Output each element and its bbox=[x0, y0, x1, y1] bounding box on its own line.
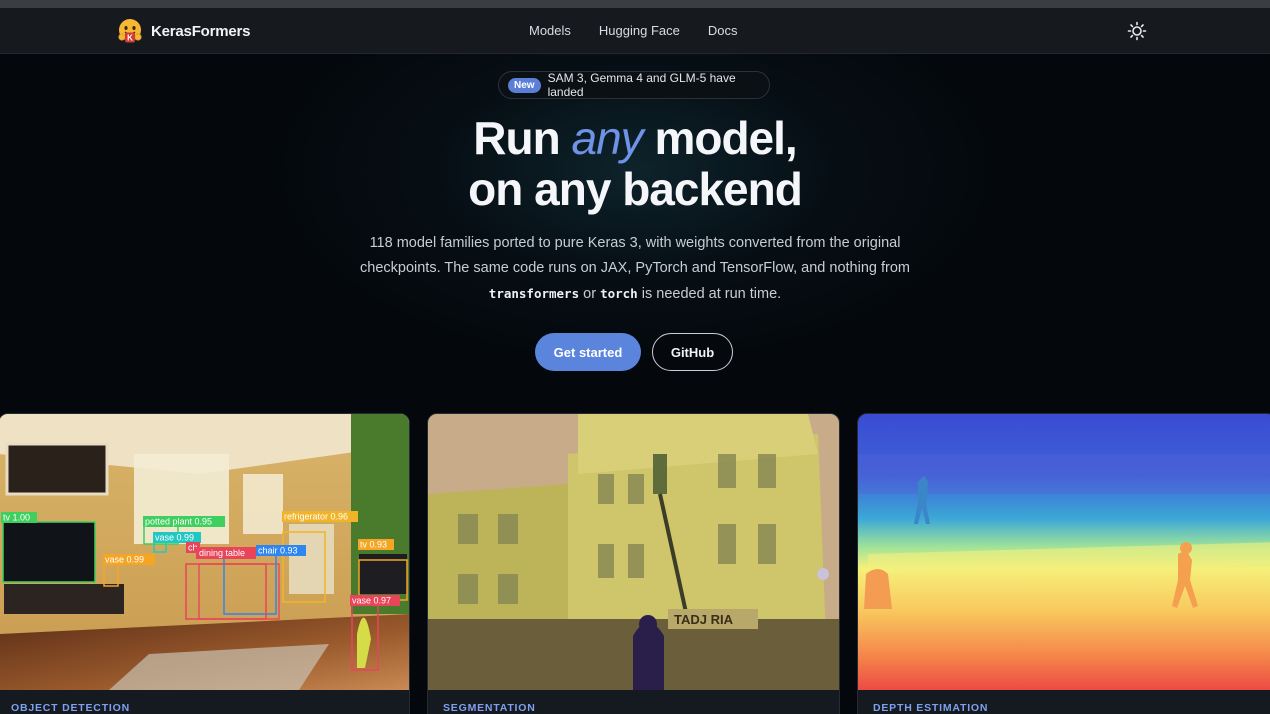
nav-link-hugging-face[interactable]: Hugging Face bbox=[599, 23, 680, 38]
card-object-detection[interactable]: tv 1.00 potted plant 0.95 vase 0.99 refr… bbox=[0, 413, 410, 714]
browser-top-strip bbox=[0, 0, 1270, 8]
object-detection-image: tv 1.00 potted plant 0.95 vase 0.99 refr… bbox=[0, 414, 409, 690]
announcement-badge[interactable]: New SAM 3, Gemma 4 and GLM-5 have landed bbox=[498, 71, 770, 99]
detection-label-vase-3: vase 0.97 bbox=[352, 596, 391, 606]
brand[interactable]: K KerasFormers bbox=[117, 18, 251, 44]
github-button[interactable]: GitHub bbox=[652, 333, 733, 371]
detection-label-potted-plant: potted plant 0.95 bbox=[145, 517, 212, 527]
hero-subtitle-line-3: transformers or torch is needed at run t… bbox=[0, 281, 1270, 307]
card-segmentation[interactable]: TADJ RIA SEGMENTATION bbox=[427, 413, 840, 714]
or-word: or bbox=[583, 286, 597, 302]
depth-estimation-image bbox=[858, 414, 1270, 690]
announcement-text: SAM 3, Gemma 4 and GLM-5 have landed bbox=[547, 71, 736, 99]
detection-label-vase-1: vase 0.99 bbox=[155, 533, 194, 543]
headline-accent: any bbox=[571, 112, 644, 164]
card-label-segmentation: SEGMENTATION bbox=[443, 702, 536, 714]
new-tag: New bbox=[508, 77, 541, 93]
sun-icon[interactable] bbox=[1127, 21, 1147, 41]
main-nav: Models Hugging Face Docs bbox=[529, 23, 738, 38]
card-depth-estimation[interactable]: DEPTH ESTIMATION bbox=[857, 413, 1270, 714]
detection-label-vase-2: vase 0.99 bbox=[105, 555, 144, 565]
brand-name: KerasFormers bbox=[151, 22, 251, 40]
nav-link-models[interactable]: Models bbox=[529, 23, 571, 38]
detection-label-tv-2: tv 0.93 bbox=[360, 540, 387, 550]
hero-headline-line-2: on any backend bbox=[468, 163, 803, 215]
detection-label-tv: tv 1.00 bbox=[3, 513, 30, 523]
code-torch: torch bbox=[600, 286, 638, 301]
card-label-object-detection: OBJECT DETECTION bbox=[11, 702, 130, 714]
hero-headline-line-1: Run any model, bbox=[0, 112, 1270, 164]
detection-label-dining-table: dining table bbox=[199, 548, 245, 558]
segmentation-image: TADJ RIA bbox=[428, 414, 839, 690]
subtitle-tail: is needed at run time. bbox=[641, 286, 782, 302]
hero-subtitle-line-1: 118 model families ported to pure Keras … bbox=[369, 235, 901, 251]
brand-logo-letter: K bbox=[127, 34, 133, 43]
code-transformers: transformers bbox=[488, 286, 580, 301]
detection-label-refrigerator: refrigerator 0.96 bbox=[284, 512, 348, 522]
detection-label-chair: chair 0.93 bbox=[258, 546, 298, 556]
get-started-button[interactable]: Get started bbox=[535, 333, 641, 371]
card-label-depth-estimation: DEPTH ESTIMATION bbox=[873, 702, 989, 714]
hugging-face-logo-icon: K bbox=[118, 19, 142, 43]
hero-subtitle-line-2: checkpoints. The same code runs on JAX, … bbox=[360, 260, 910, 276]
headline-model: model, bbox=[654, 112, 797, 164]
headline-run: Run bbox=[473, 112, 560, 164]
hero-glow bbox=[235, 54, 1035, 384]
shop-sign: TADJ RIA bbox=[674, 612, 734, 627]
top-navbar: K KerasFormers Models Hugging Face Docs bbox=[0, 8, 1270, 54]
nav-link-docs[interactable]: Docs bbox=[708, 23, 738, 38]
